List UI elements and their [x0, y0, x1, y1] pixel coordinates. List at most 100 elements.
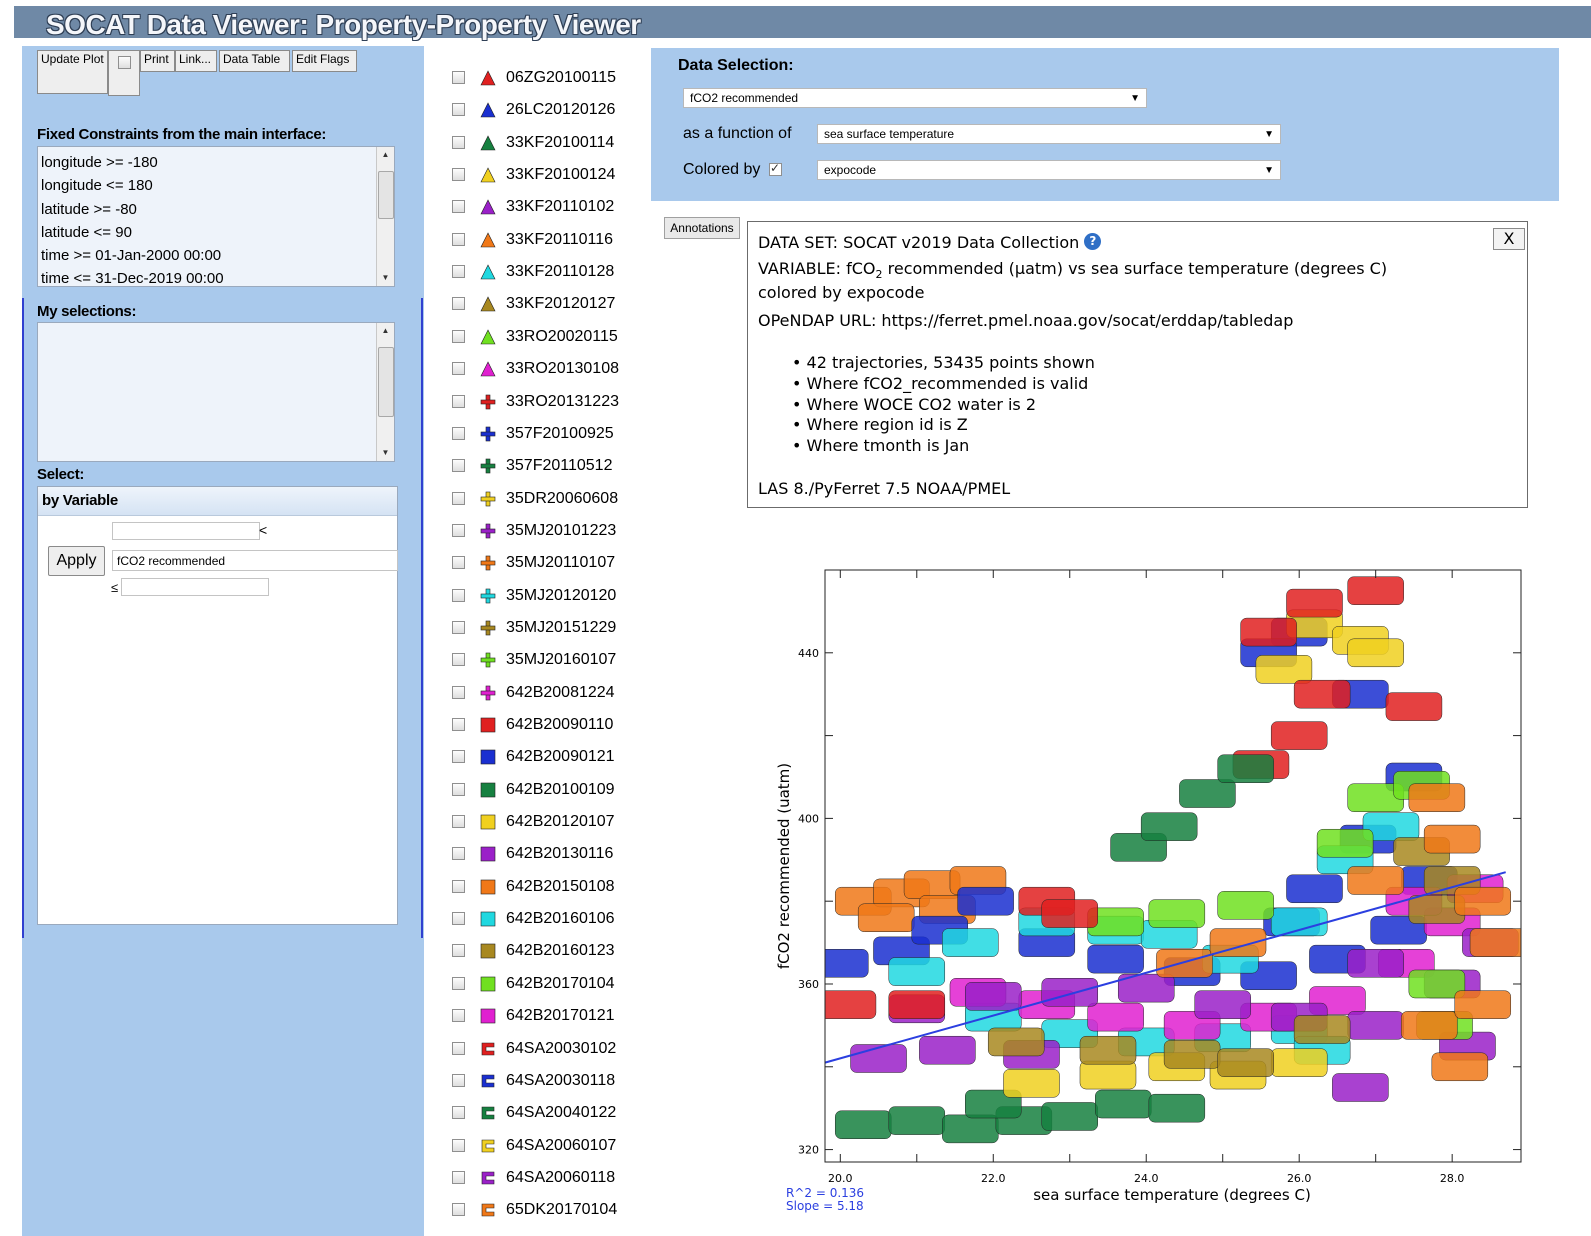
color-variable-select[interactable]: expocode ▼: [817, 160, 1281, 180]
close-annotations-button[interactable]: X: [1493, 228, 1525, 250]
apply-button[interactable]: Apply: [48, 546, 105, 576]
x-variable-value: sea surface temperature: [824, 127, 955, 141]
legend-checkbox[interactable]: [452, 847, 465, 861]
legend-checkbox[interactable]: [452, 459, 465, 473]
variable-select[interactable]: fCO2 recommended: [112, 550, 398, 571]
legend-checkbox[interactable]: [452, 362, 465, 376]
legend-checkbox[interactable]: [452, 394, 465, 408]
data-point-cluster: [942, 1114, 999, 1144]
upper-bound-input[interactable]: [121, 578, 269, 596]
lower-bound-input[interactable]: [112, 522, 260, 540]
legend-checkbox[interactable]: [452, 329, 465, 343]
data-selection-heading: Data Selection:: [678, 57, 794, 74]
legend-checkbox[interactable]: [452, 620, 465, 634]
legend-checkbox[interactable]: [452, 1203, 465, 1217]
legend-checkbox[interactable]: [452, 1009, 465, 1023]
legend-checkbox[interactable]: [452, 491, 465, 505]
data-point-cluster: [1347, 783, 1404, 812]
y-variable-select[interactable]: fCO2 recommended ▼: [683, 88, 1147, 108]
data-point-cluster: [1462, 928, 1519, 957]
legend-checkbox[interactable]: [452, 912, 465, 926]
data-point-cluster: [1179, 779, 1236, 808]
legend-label: 642B20170121: [506, 1007, 615, 1025]
data-point-cluster: [1110, 833, 1167, 862]
legend-checkbox[interactable]: [452, 1106, 465, 1120]
legend-label: 26LC20120126: [506, 101, 616, 119]
data-point-cluster: [1416, 1011, 1473, 1040]
scroll-up-icon[interactable]: ▲: [377, 323, 394, 339]
data-table-button[interactable]: Data Table: [219, 50, 290, 72]
my-selections-scrollbar[interactable]: ▲ ▼: [376, 323, 394, 461]
legend-label: 33RO20131223: [506, 392, 619, 410]
data-point-cluster: [1454, 990, 1512, 1019]
edit-flags-button[interactable]: Edit Flags: [292, 50, 357, 72]
legend-checkbox[interactable]: [452, 1138, 465, 1152]
data-point-cluster: [1316, 828, 1374, 858]
legend-checkbox[interactable]: [452, 265, 465, 279]
tab-by-variable[interactable]: by Variable: [38, 487, 397, 516]
update-plot-button[interactable]: Update Plot: [37, 50, 108, 94]
legend-item: 642B20160123: [450, 940, 650, 962]
fixed-constraints-heading: Fixed Constraints from the main interfac…: [37, 126, 327, 143]
legend-checkbox[interactable]: [452, 135, 465, 149]
legend-checkbox[interactable]: [452, 71, 465, 84]
legend-checkbox[interactable]: [452, 200, 465, 214]
legend-label: 642B20081224: [506, 683, 615, 701]
legend-checkbox[interactable]: [452, 1170, 465, 1184]
legend-checkbox[interactable]: [452, 426, 465, 440]
legend-checkbox[interactable]: [452, 879, 465, 893]
auto-update-checkbox[interactable]: [118, 56, 131, 69]
my-selections-list[interactable]: ▲ ▼: [37, 322, 395, 462]
data-point-cluster: [1332, 626, 1389, 655]
data-point-cluster: [995, 1106, 1053, 1135]
fixed-constraints-scrollbar[interactable]: ▲ ▼: [376, 147, 394, 286]
scroll-up-icon[interactable]: ▲: [377, 147, 394, 163]
constraint-item: time >= 01-Jan-2000 00:00: [41, 247, 222, 265]
legend-checkbox[interactable]: [452, 750, 465, 764]
link-button[interactable]: Link...: [175, 50, 217, 72]
annotations-tab[interactable]: Annotations: [664, 217, 740, 239]
legend-checkbox[interactable]: [452, 297, 465, 311]
legend-checkbox[interactable]: [452, 653, 465, 667]
data-point-cluster: [1209, 928, 1267, 957]
legend-checkbox[interactable]: [452, 588, 465, 602]
legend-checkbox[interactable]: [452, 103, 465, 117]
legend-checkbox[interactable]: [452, 782, 465, 796]
scroll-thumb[interactable]: [378, 171, 394, 219]
legend-checkbox[interactable]: [452, 556, 465, 570]
x-tick-label: 22.0: [981, 1172, 1006, 1185]
data-point-cluster: [1148, 899, 1206, 928]
legend-checkbox[interactable]: [452, 685, 465, 699]
variable-text-rest: recommended (µatm) vs sea surface temper…: [882, 259, 1388, 278]
data-point-cluster: [1117, 973, 1175, 1003]
scroll-down-icon[interactable]: ▼: [377, 270, 394, 286]
help-icon[interactable]: ?: [1084, 233, 1102, 250]
data-point-cluster: [1446, 874, 1504, 904]
square-marker-icon: [480, 717, 496, 733]
data-point-cluster: [1240, 638, 1297, 668]
legend-checkbox[interactable]: [452, 232, 465, 246]
legend-checkbox[interactable]: [452, 1073, 465, 1087]
slope-label: Slope = 5.18: [786, 1199, 864, 1213]
legend-checkbox[interactable]: [452, 523, 465, 537]
variable-line: VARIABLE: fCO2 recommended (µatm) vs sea…: [758, 259, 1387, 281]
colored-by-line: colored by expocode: [758, 283, 925, 302]
legend-item: 64SA20060107: [450, 1135, 650, 1157]
print-button[interactable]: Print: [140, 50, 175, 72]
data-point-cluster: [1255, 655, 1313, 684]
legend-checkbox[interactable]: [452, 976, 465, 990]
colored-by-checkbox[interactable]: ✓: [769, 161, 782, 176]
x-variable-select[interactable]: sea surface temperature ▼: [817, 124, 1281, 144]
legend-checkbox[interactable]: [452, 718, 465, 731]
colored-by-label: Colored by: [683, 161, 761, 178]
scroll-down-icon[interactable]: ▼: [377, 445, 394, 461]
legend-item: 64SA20040122: [450, 1102, 650, 1124]
legend-label: 35MJ20101223: [506, 521, 617, 539]
legend-checkbox[interactable]: [452, 815, 465, 829]
legend-checkbox[interactable]: [452, 944, 465, 958]
data-point-cluster: [1286, 588, 1343, 618]
fixed-constraints-list[interactable]: longitude >= -180 longitude <= 180 latitud…: [37, 146, 395, 287]
legend-checkbox[interactable]: [452, 168, 465, 182]
legend-checkbox[interactable]: [452, 1041, 465, 1055]
scroll-thumb[interactable]: [378, 347, 394, 417]
